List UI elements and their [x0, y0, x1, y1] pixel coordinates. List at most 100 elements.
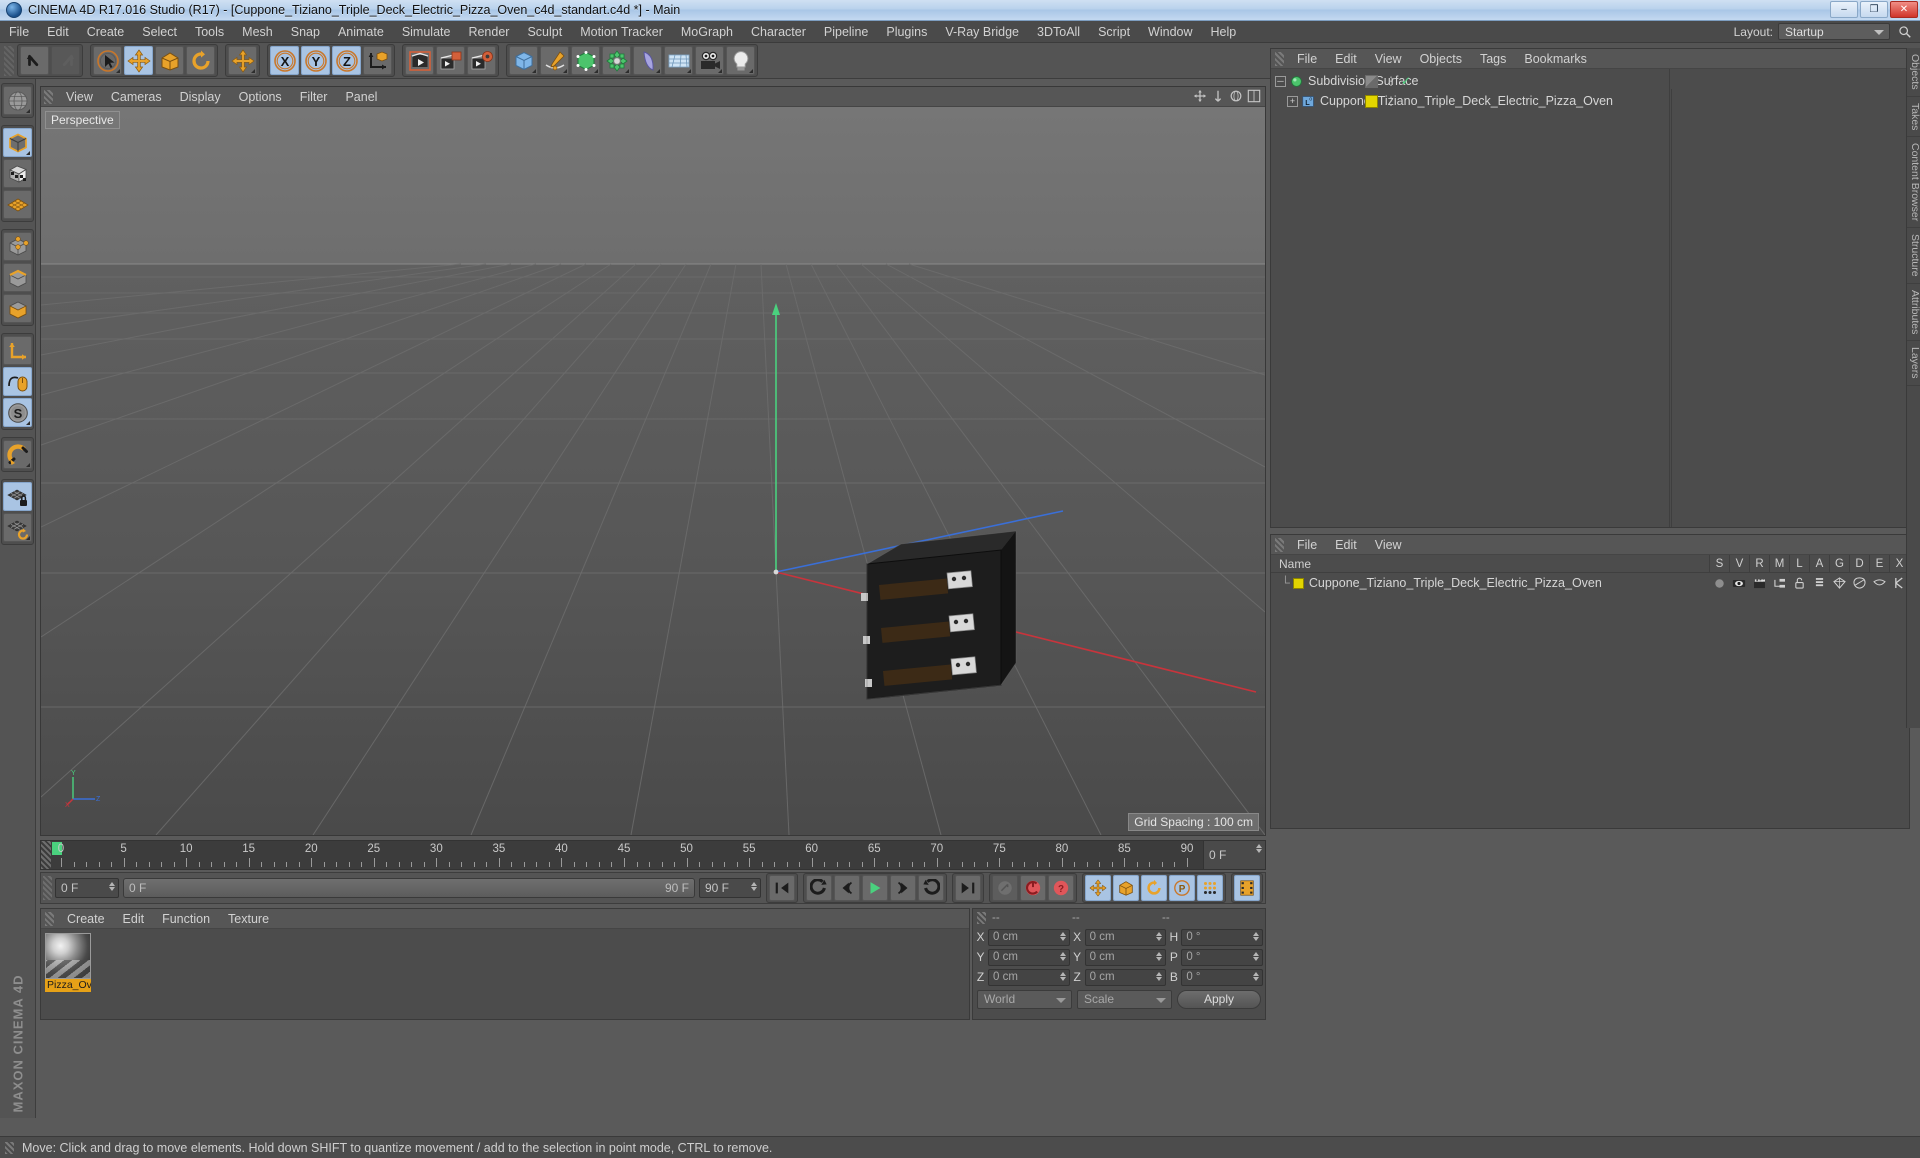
preview-range-slider[interactable]: 0 F 90 F [123, 878, 695, 898]
material-menu-texture[interactable]: Texture [219, 909, 278, 929]
spinner-icon[interactable] [751, 882, 757, 891]
undo-button[interactable] [20, 46, 49, 75]
material-item[interactable]: Pizza_Ov [45, 933, 91, 992]
search-icon[interactable] [1898, 25, 1912, 39]
parameter-key-button[interactable]: P [1169, 875, 1195, 901]
expand-toggle-icon[interactable]: ─ [1275, 75, 1286, 87]
spinner-icon[interactable] [1059, 951, 1066, 961]
column-v[interactable]: V [1729, 555, 1749, 573]
close-button[interactable]: ✕ [1890, 1, 1918, 18]
spinner-icon[interactable] [1059, 971, 1066, 981]
viewport-menu-panel[interactable]: Panel [336, 87, 386, 107]
end-frame-input[interactable]: 90 F [699, 878, 761, 898]
position-x-input[interactable]: 0 cm [988, 928, 1070, 946]
object-menu-tags[interactable]: Tags [1471, 49, 1515, 69]
size-x-input[interactable]: 0 cm [1084, 928, 1167, 946]
spinner-icon[interactable] [1156, 931, 1163, 941]
move-tool-button[interactable] [124, 46, 153, 75]
add-generator-button[interactable] [571, 46, 600, 75]
size-y-input[interactable]: 0 cm [1084, 948, 1167, 966]
play-button[interactable] [862, 875, 888, 901]
expression-icon[interactable] [1869, 578, 1889, 589]
spinner-icon[interactable] [109, 882, 115, 891]
apply-button[interactable]: Apply [1177, 989, 1261, 1009]
spinner-icon[interactable] [1059, 931, 1066, 941]
column-e[interactable]: E [1869, 555, 1889, 573]
menu-window[interactable]: Window [1139, 21, 1201, 43]
display-tag-icon[interactable] [1365, 74, 1378, 88]
object-axis-button[interactable] [3, 336, 32, 365]
panel-grip-icon[interactable] [1275, 51, 1284, 66]
autokeying-button[interactable] [1020, 875, 1046, 901]
viewport-menu-cameras[interactable]: Cameras [102, 87, 171, 107]
go-to-end-button[interactable] [955, 875, 981, 901]
spinner-icon[interactable] [1253, 951, 1260, 961]
layout-dropdown[interactable]: Startup [1778, 23, 1890, 40]
point-mode-button[interactable] [3, 232, 32, 261]
menu-edit[interactable]: Edit [38, 21, 78, 43]
coordinate-system-button[interactable] [363, 46, 392, 75]
render-view-button[interactable] [405, 46, 434, 75]
object-row-subdivision-surface[interactable]: ─ Subdivision Surface ⋮ ✓ [1271, 71, 1669, 91]
panel-grip-icon[interactable] [1275, 537, 1284, 552]
column-l[interactable]: L [1789, 555, 1809, 573]
previous-keyframe-button[interactable] [806, 875, 832, 901]
panel-grip-icon[interactable] [45, 911, 54, 926]
position-key-button[interactable] [1085, 875, 1111, 901]
go-to-start-button[interactable] [769, 875, 795, 901]
render-region-button[interactable] [436, 46, 465, 75]
object-row-pizza-oven[interactable]: + L 0 Cuppone_Tiziano_Triple_Deck_Electr… [1271, 91, 1669, 111]
menu-file[interactable]: File [0, 21, 38, 43]
polygon-mode-button[interactable] [3, 294, 32, 323]
tab-structure[interactable]: Structure [1907, 228, 1920, 284]
menu-sculpt[interactable]: Sculpt [518, 21, 571, 43]
tab-objects[interactable]: Objects [1907, 48, 1920, 97]
menu-select[interactable]: Select [133, 21, 186, 43]
object-tree[interactable]: ─ Subdivision Surface ⋮ ✓ + L 0 Cuppone_… [1271, 69, 1909, 527]
column-r[interactable]: R [1749, 555, 1769, 573]
menu-pipeline[interactable]: Pipeline [815, 21, 877, 43]
material-menu-edit[interactable]: Edit [114, 909, 154, 929]
add-floor-button[interactable] [664, 46, 693, 75]
edge-mode-button[interactable] [3, 263, 32, 292]
column-a[interactable]: A [1809, 555, 1829, 573]
layer-menu-file[interactable]: File [1288, 535, 1326, 555]
toolbar-grip-handle[interactable] [4, 45, 14, 76]
manager-tree-icon[interactable] [1769, 578, 1789, 589]
menu-3dtoall[interactable]: 3DToAll [1028, 21, 1089, 43]
spinner-icon[interactable] [1156, 971, 1163, 981]
timeline-button[interactable] [1234, 875, 1260, 901]
size-z-input[interactable]: 0 cm [1084, 968, 1167, 986]
deformer-shield-icon[interactable] [1849, 577, 1869, 589]
generator-icon[interactable] [1829, 577, 1849, 589]
position-y-input[interactable]: 0 cm [988, 948, 1070, 966]
column-g[interactable]: G [1829, 555, 1849, 573]
point-level-animation-button[interactable] [1197, 875, 1223, 901]
panel-grip-icon[interactable] [977, 912, 986, 924]
viewport-3d-canvas[interactable]: Perspective Y Z X Grid Spacing: 100 cm [41, 107, 1265, 835]
menu-mograph[interactable]: MoGraph [672, 21, 742, 43]
select-tool-button[interactable] [93, 46, 122, 75]
object-menu-bookmarks[interactable]: Bookmarks [1515, 49, 1596, 69]
layer-menu-view[interactable]: View [1366, 535, 1411, 555]
menu-character[interactable]: Character [742, 21, 815, 43]
render-settings-button[interactable] [467, 46, 496, 75]
lock-z-button[interactable]: Z [332, 46, 361, 75]
rotate-tool-button[interactable] [186, 46, 215, 75]
add-light-button[interactable] [726, 46, 755, 75]
material-tag-icon[interactable] [1365, 94, 1378, 108]
column-d[interactable]: D [1849, 555, 1869, 573]
animation-bars-icon[interactable] [1809, 577, 1829, 589]
object-menu-view[interactable]: View [1366, 49, 1411, 69]
object-menu-file[interactable]: File [1288, 49, 1326, 69]
tab-takes[interactable]: Takes [1907, 97, 1920, 138]
maximize-button[interactable]: ❐ [1860, 1, 1888, 18]
rotation-key-button[interactable] [1141, 875, 1167, 901]
column-m[interactable]: M [1769, 555, 1789, 573]
menu-render[interactable]: Render [459, 21, 518, 43]
visible-eye-icon[interactable] [1729, 578, 1749, 589]
rotation-h-input[interactable]: 0 ° [1181, 928, 1264, 946]
enable-snap-button[interactable] [3, 440, 32, 469]
menu-script[interactable]: Script [1089, 21, 1139, 43]
layer-color-swatch[interactable] [1292, 577, 1304, 589]
